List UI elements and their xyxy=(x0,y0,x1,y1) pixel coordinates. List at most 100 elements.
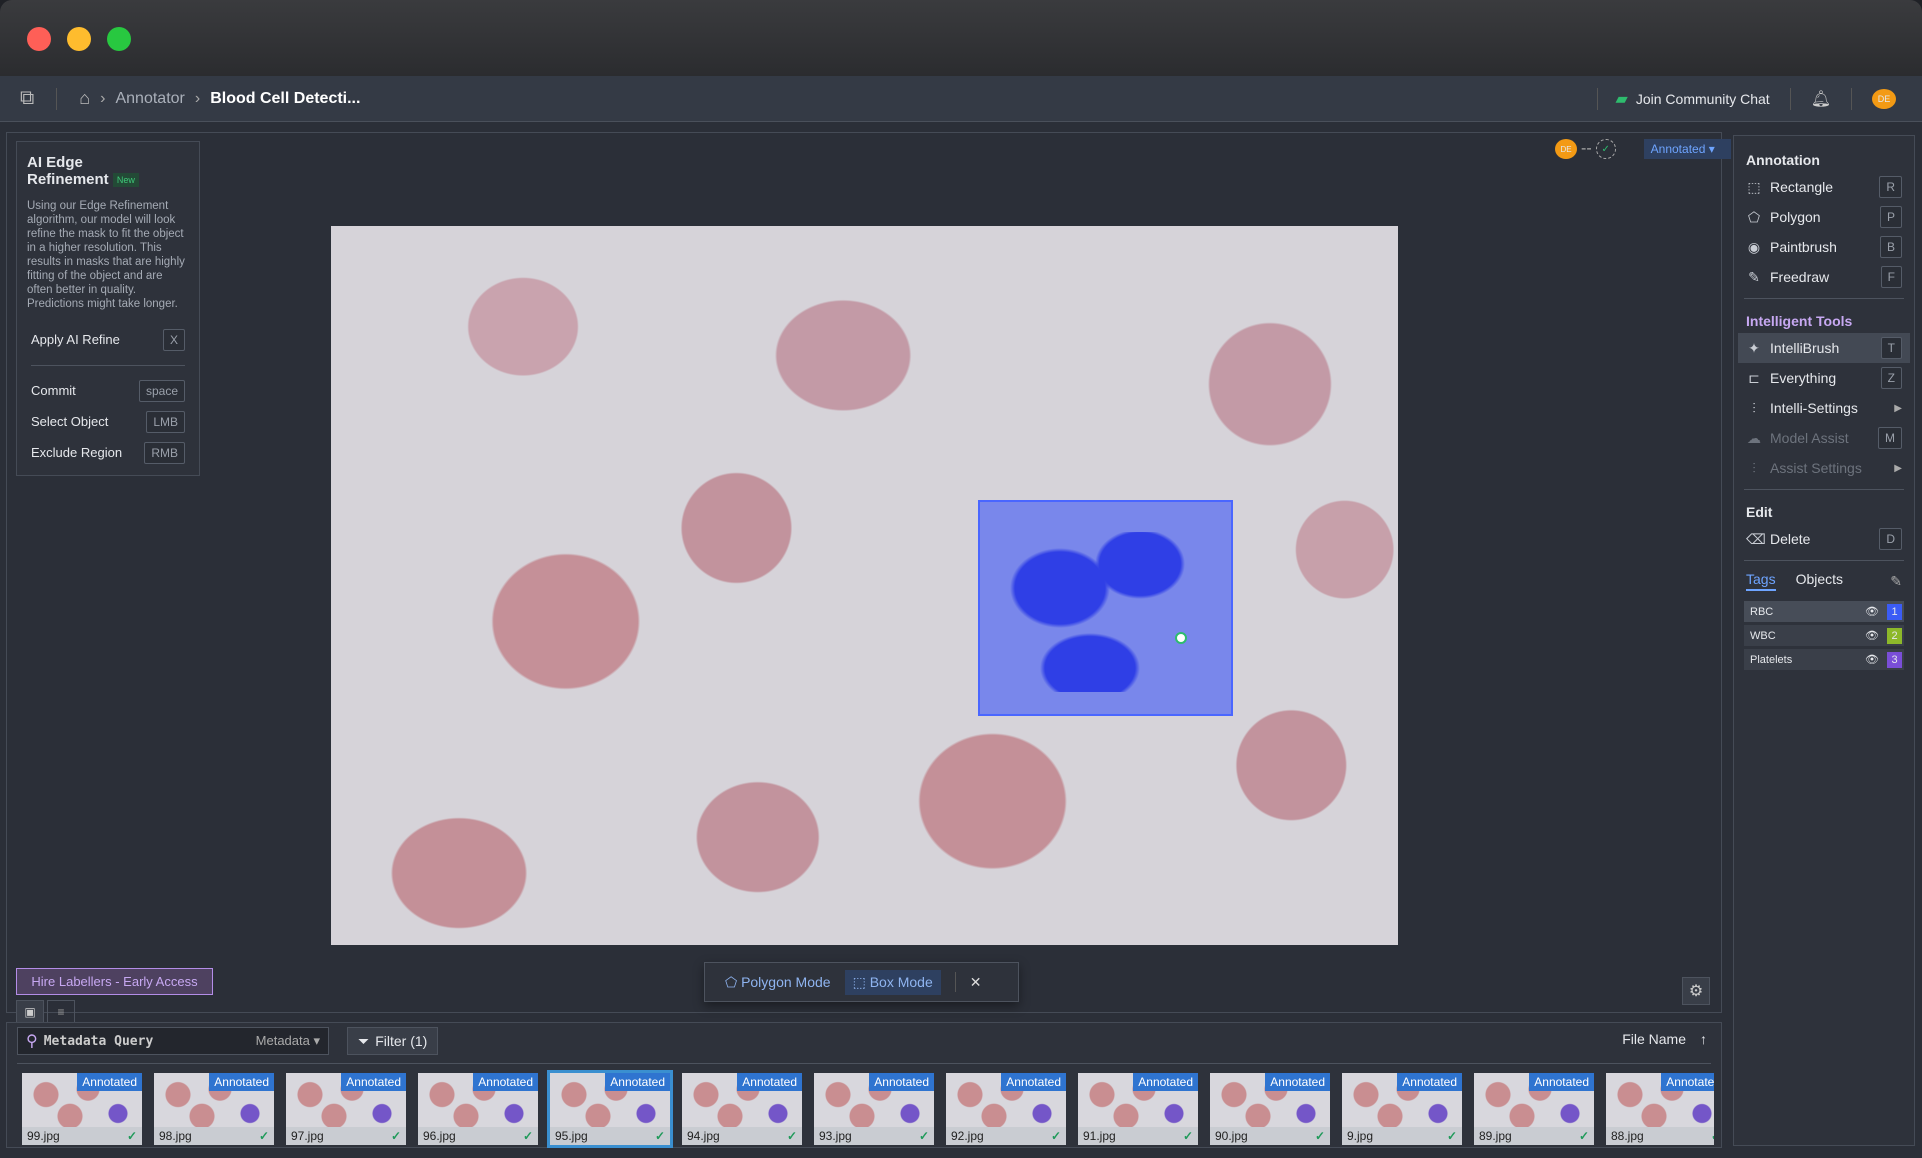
metadata-dropdown[interactable]: Metadata ▾ xyxy=(256,1033,320,1049)
thumbnail[interactable]: Annotated 97.jpg ✓ xyxy=(286,1073,406,1145)
thumbnail[interactable]: Annotated 99.jpg ✓ xyxy=(22,1073,142,1145)
apply-ai-refine-button[interactable]: Apply AI Refine X xyxy=(27,328,189,351)
bell-icon[interactable]: 🔔︎ xyxy=(1811,89,1831,109)
maximize-window-button[interactable] xyxy=(107,27,131,51)
sort-ascending-icon[interactable]: ↑ xyxy=(1700,1031,1707,1047)
list-view-tab[interactable]: ≡ xyxy=(47,1000,75,1024)
shortcut-key: B xyxy=(1879,236,1902,258)
mode-toolbar: ⬠ Polygon Mode ⬚ Box Mode ✕ xyxy=(704,962,1019,1002)
divider xyxy=(31,364,185,366)
file-name: 9.jpg xyxy=(1347,1129,1374,1143)
eye-icon[interactable]: 👁︎ xyxy=(1865,629,1879,642)
shortcut-key: RMB xyxy=(144,441,185,464)
intelligent-tools-title: Intelligent Tools xyxy=(1746,313,1853,329)
tool-model-assist[interactable]: ☁ Model Assist M xyxy=(1734,423,1914,453)
shortcut-key: space xyxy=(138,379,185,402)
tool-everything[interactable]: ⊏ Everything Z xyxy=(1734,363,1914,393)
join-community-chat-link[interactable]: Join Community Chat xyxy=(1636,91,1770,107)
thumbnail[interactable]: Annotated 93.jpg ✓ xyxy=(814,1073,934,1145)
file-name: 97.jpg xyxy=(291,1129,324,1143)
tab-tags[interactable]: Tags xyxy=(1746,571,1776,591)
thumbnail[interactable]: Annotated 94.jpg ✓ xyxy=(682,1073,802,1145)
paintbrush-icon: ◉ xyxy=(1747,238,1761,255)
polygon-mode-button[interactable]: ⬠ Polygon Mode xyxy=(725,974,831,991)
panel-tabs: Tags Objects ✎ xyxy=(1734,567,1914,595)
chevron-right-icon: ▶ xyxy=(1894,402,1902,414)
edit-section-title: Edit xyxy=(1746,504,1773,520)
tool-delete[interactable]: ⌫ Delete D xyxy=(1734,524,1914,554)
canvas-settings-gear-icon[interactable]: ⚙ xyxy=(1682,977,1710,1005)
thumbnail[interactable]: Annotated 92.jpg ✓ xyxy=(946,1073,1066,1145)
home-icon[interactable]: ⌂ xyxy=(79,88,90,109)
close-window-button[interactable] xyxy=(27,27,51,51)
breadcrumb-project: Blood Cell Detecti... xyxy=(210,89,361,107)
shortcut-label: Commit xyxy=(31,383,76,399)
polygon-icon: ⬠ xyxy=(1747,208,1761,225)
minimize-window-button[interactable] xyxy=(67,27,91,51)
hire-labellers-button[interactable]: Hire Labellers - Early Access xyxy=(16,968,213,995)
grid-view-tab[interactable]: ▣ xyxy=(16,1000,44,1024)
annotation-status-bar: DE -- ✓ Annotated ▾ xyxy=(1555,139,1731,159)
tag-number: 2 xyxy=(1887,627,1902,644)
delete-icon: ⌫ xyxy=(1746,530,1766,547)
shortcut-key: Z xyxy=(1880,367,1902,389)
window-titlebar xyxy=(0,0,1922,76)
thumbnail[interactable]: Annotated 96.jpg ✓ xyxy=(418,1073,538,1145)
eye-icon[interactable]: 👁︎ xyxy=(1865,653,1879,666)
click-point-marker[interactable] xyxy=(1175,632,1187,644)
tool-intellibrush[interactable]: ✦ IntelliBrush T xyxy=(1738,333,1910,363)
tag-item[interactable]: Platelets 👁︎ 3 xyxy=(1744,649,1904,670)
status-dropdown[interactable]: Annotated ▾ xyxy=(1643,139,1731,159)
tool-polygon[interactable]: ⬠ Polygon P xyxy=(1734,202,1914,232)
metadata-search-input[interactable]: ⚲ Metadata Query Metadata ▾ xyxy=(17,1027,329,1055)
thumbnail[interactable]: Annotated 95.jpg ✓ xyxy=(547,1070,673,1148)
tag-item[interactable]: RBC 👁︎ 1 xyxy=(1744,601,1904,622)
intelli-settings-icon: ⫶ xyxy=(1752,399,1756,416)
tag-number: 3 xyxy=(1887,651,1902,668)
divider xyxy=(1789,87,1791,110)
tool-paintbrush[interactable]: ◉ Paintbrush B xyxy=(1734,232,1914,262)
assist-settings-icon: ⫶ xyxy=(1752,459,1756,476)
check-icon: ✓ xyxy=(1446,1129,1457,1143)
annotated-badge: Annotated xyxy=(1265,1073,1330,1091)
eye-icon[interactable]: 👁︎ xyxy=(1865,605,1879,618)
breadcrumb-annotator[interactable]: Annotator xyxy=(115,90,184,108)
file-name: 94.jpg xyxy=(687,1129,720,1143)
divider xyxy=(1744,489,1904,490)
app-logo-icon[interactable]: ⧉ xyxy=(20,87,34,110)
status-value: Annotated xyxy=(1650,142,1706,156)
shortcut-key: T xyxy=(1880,337,1902,359)
edit-pencil-icon[interactable]: ✎ xyxy=(1890,573,1902,590)
tool-rectangle[interactable]: ⬚ Rectangle R xyxy=(1734,172,1914,202)
close-mode-toolbar-icon[interactable]: ✕ xyxy=(970,974,982,991)
chevron-right-icon: › xyxy=(100,89,106,107)
thumbnail[interactable]: Annotated 88.jpg ✓ xyxy=(1606,1073,1714,1145)
box-mode-button[interactable]: ⬚ Box Mode xyxy=(844,969,941,995)
annotated-badge: Annotated xyxy=(1001,1073,1066,1091)
ai-edge-refinement-panel: AI Edge Refinement New Using our Edge Ref… xyxy=(16,141,200,476)
thumbnail[interactable]: Annotated 91.jpg ✓ xyxy=(1078,1073,1198,1145)
thumbnail[interactable]: Annotated 9.jpg ✓ xyxy=(1342,1073,1462,1145)
check-icon: ✓ xyxy=(522,1129,533,1143)
tool-intelli-settings[interactable]: ⫶ Intelli-Settings ▶ xyxy=(1734,393,1914,423)
everything-icon: ⊏ xyxy=(1748,369,1760,386)
sort-control[interactable]: File Name ↑ xyxy=(1622,1031,1707,1047)
tag-item[interactable]: WBC 👁︎ 2 xyxy=(1744,625,1904,646)
user-avatar[interactable]: DE xyxy=(1872,88,1896,109)
thumbnail[interactable]: Annotated 89.jpg ✓ xyxy=(1474,1073,1594,1145)
tool-freedraw[interactable]: ✎ Freedraw F xyxy=(1734,262,1914,292)
file-name: 91.jpg xyxy=(1083,1129,1116,1143)
file-name: 99.jpg xyxy=(27,1129,60,1143)
annotated-badge: Annotated xyxy=(473,1073,538,1091)
annotation-image-canvas[interactable] xyxy=(331,226,1398,945)
thumbnail[interactable]: Annotated 98.jpg ✓ xyxy=(154,1073,274,1145)
search-icon: ⚲ xyxy=(26,1033,38,1050)
shortcut-key: LMB xyxy=(146,410,185,433)
filter-button[interactable]: ⏷ Filter (1) xyxy=(347,1027,439,1055)
tab-objects[interactable]: Objects xyxy=(1796,571,1843,591)
wbc-bounding-box[interactable] xyxy=(978,500,1233,716)
file-name: 90.jpg xyxy=(1215,1129,1248,1143)
filter-icon: ⏷ xyxy=(358,1032,370,1049)
thumbnail[interactable]: Annotated 90.jpg ✓ xyxy=(1210,1073,1330,1145)
tool-assist-settings[interactable]: ⫶ Assist Settings ▶ xyxy=(1734,453,1914,483)
